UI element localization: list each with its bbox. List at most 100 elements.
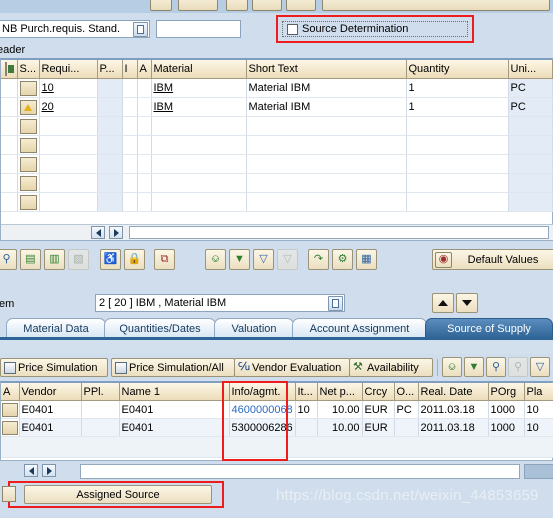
cell-material[interactable]: IBM — [151, 78, 247, 98]
col-name1[interactable]: Name 1 — [119, 383, 230, 401]
table-row-empty[interactable] — [1, 173, 553, 193]
cell-empty[interactable] — [406, 154, 509, 174]
tab-account-assignment[interactable]: Account Assignment — [292, 318, 427, 338]
col-real-date[interactable]: Real. Date — [418, 383, 489, 401]
cell-empty[interactable] — [122, 154, 138, 174]
filter-set-icon[interactable]: ▼ — [464, 357, 484, 377]
print-icon[interactable]: ⎉ — [442, 357, 462, 377]
config-icon[interactable]: ⚙ — [332, 249, 353, 270]
material-link[interactable]: IBM — [154, 82, 174, 94]
tab-valuation[interactable]: Valuation — [214, 318, 294, 338]
col-short-text[interactable]: Short Text — [246, 60, 407, 79]
cell-empty[interactable] — [39, 154, 98, 174]
personal-setting-icon[interactable]: ↷ — [308, 249, 329, 270]
cell-empty[interactable] — [406, 116, 509, 136]
cell-plant[interactable]: 10 — [524, 418, 553, 437]
col-ppl[interactable]: PPl. — [81, 383, 120, 401]
cell-unit[interactable]: PC — [508, 78, 553, 98]
cell-order-unit[interactable] — [394, 418, 419, 437]
f4-help-icon[interactable] — [133, 21, 148, 37]
cell-empty[interactable] — [97, 116, 123, 136]
row-selector[interactable] — [1, 418, 20, 437]
cell-name1[interactable]: E0401 — [119, 418, 230, 437]
footer-scroll-track[interactable] — [80, 464, 520, 479]
cell-empty[interactable] — [122, 192, 138, 212]
document-type-field[interactable]: NB Purch.requis. Stand. — [0, 20, 150, 38]
table-row-empty[interactable] — [1, 116, 553, 136]
tab-quantities-dates[interactable]: Quantities/Dates — [104, 318, 216, 338]
cell-empty[interactable] — [246, 116, 407, 136]
footer-scroll-right[interactable] — [42, 464, 56, 477]
cell-unit[interactable]: PC — [508, 97, 553, 117]
col-a[interactable]: A — [137, 60, 152, 79]
row-selector[interactable] — [1, 400, 20, 419]
cell-item[interactable] — [295, 418, 318, 437]
cell-requisitioner[interactable]: 20 — [39, 97, 98, 117]
requisitioner-link[interactable]: 10 — [42, 82, 54, 94]
cell-empty[interactable] — [246, 173, 407, 193]
toolbar-button-4[interactable] — [252, 0, 282, 11]
footer-scroll-left[interactable] — [24, 464, 38, 477]
overview-icon[interactable]: ▥ — [44, 249, 65, 270]
cell-order-unit[interactable]: PC — [394, 400, 419, 419]
cell-empty[interactable] — [39, 135, 98, 155]
col-currency[interactable]: Crcy — [362, 383, 395, 401]
toolbar-button-1[interactable] — [150, 0, 172, 11]
cell-porg[interactable]: 1000 — [488, 418, 525, 437]
filter-icon[interactable]: ▽ — [253, 249, 274, 270]
cell-ppl[interactable] — [81, 418, 120, 437]
cell-ppl[interactable] — [81, 400, 120, 419]
toolbar-combo[interactable] — [322, 0, 550, 11]
toolbar-button-5[interactable] — [286, 0, 316, 11]
clipboard-icon[interactable]: ▦ — [356, 249, 377, 270]
source-determination-checkbox-row[interactable]: Source Determination — [282, 21, 468, 37]
tab-source-of-supply[interactable]: Source of Supply — [425, 318, 553, 338]
table-row[interactable]: E0401 E0401 5300006286 10.00 EUR 2011.03… — [1, 418, 553, 437]
item-grid-hscrollbar[interactable] — [1, 224, 553, 240]
col-unit[interactable]: Uni... — [508, 60, 553, 79]
row-status[interactable] — [17, 173, 40, 193]
cell-empty[interactable] — [508, 192, 553, 212]
cell-empty[interactable] — [97, 192, 123, 212]
source-determination-checkbox[interactable] — [287, 23, 298, 35]
filter-icon[interactable]: ▽ — [530, 357, 550, 377]
cell-vendor[interactable]: E0401 — [19, 400, 82, 419]
cell-empty[interactable] — [151, 116, 247, 136]
cell-empty[interactable] — [508, 154, 553, 174]
cell-empty[interactable] — [246, 192, 407, 212]
check-icon[interactable]: ⚲ — [0, 249, 17, 270]
print-icon[interactable]: ⎉ — [205, 249, 226, 270]
cell-item[interactable]: 10 — [295, 400, 318, 419]
cell-requisitioner[interactable]: 10 — [39, 78, 98, 98]
col-a[interactable]: A — [1, 383, 20, 401]
cell-real-date[interactable]: 2011.03.18 — [418, 400, 489, 419]
cell-p[interactable] — [97, 97, 123, 117]
col-porg[interactable]: POrg — [488, 383, 525, 401]
empty-row-area[interactable] — [1, 436, 553, 458]
row-selector[interactable] — [1, 116, 18, 136]
cell-empty[interactable] — [406, 192, 509, 212]
cell-empty[interactable] — [122, 116, 138, 136]
cell-empty[interactable] — [151, 192, 247, 212]
cell-currency[interactable]: EUR — [362, 418, 395, 437]
cell-vendor[interactable]: E0401 — [19, 418, 82, 437]
scroll-left-button[interactable] — [91, 226, 105, 239]
cell-empty[interactable] — [406, 173, 509, 193]
toolbar-button-3[interactable] — [226, 0, 248, 11]
vendor-evaluation-button[interactable]: ℆ Vendor Evaluation — [234, 358, 350, 377]
col-p[interactable]: P... — [97, 60, 123, 79]
col-net-price[interactable]: Net p... — [317, 383, 363, 401]
cell-empty[interactable] — [39, 173, 98, 193]
cell-name1[interactable]: E0401 — [119, 400, 230, 419]
availability-button[interactable]: ⚒ Availability — [349, 358, 433, 377]
info-record-link[interactable]: 4600000068 — [232, 404, 293, 416]
cell-info-agmt[interactable]: 5300006286 — [229, 418, 296, 437]
col-requisitioner[interactable]: Requi... — [39, 60, 98, 79]
row-status[interactable] — [17, 135, 40, 155]
cell-empty[interactable] — [97, 135, 123, 155]
table-row-empty[interactable] — [1, 192, 553, 212]
col-quantity[interactable]: Quantity — [406, 60, 509, 79]
footer-scrollbar[interactable] — [24, 464, 553, 479]
delete-icon[interactable]: ♿ — [100, 249, 121, 270]
cell-empty[interactable] — [246, 135, 407, 155]
